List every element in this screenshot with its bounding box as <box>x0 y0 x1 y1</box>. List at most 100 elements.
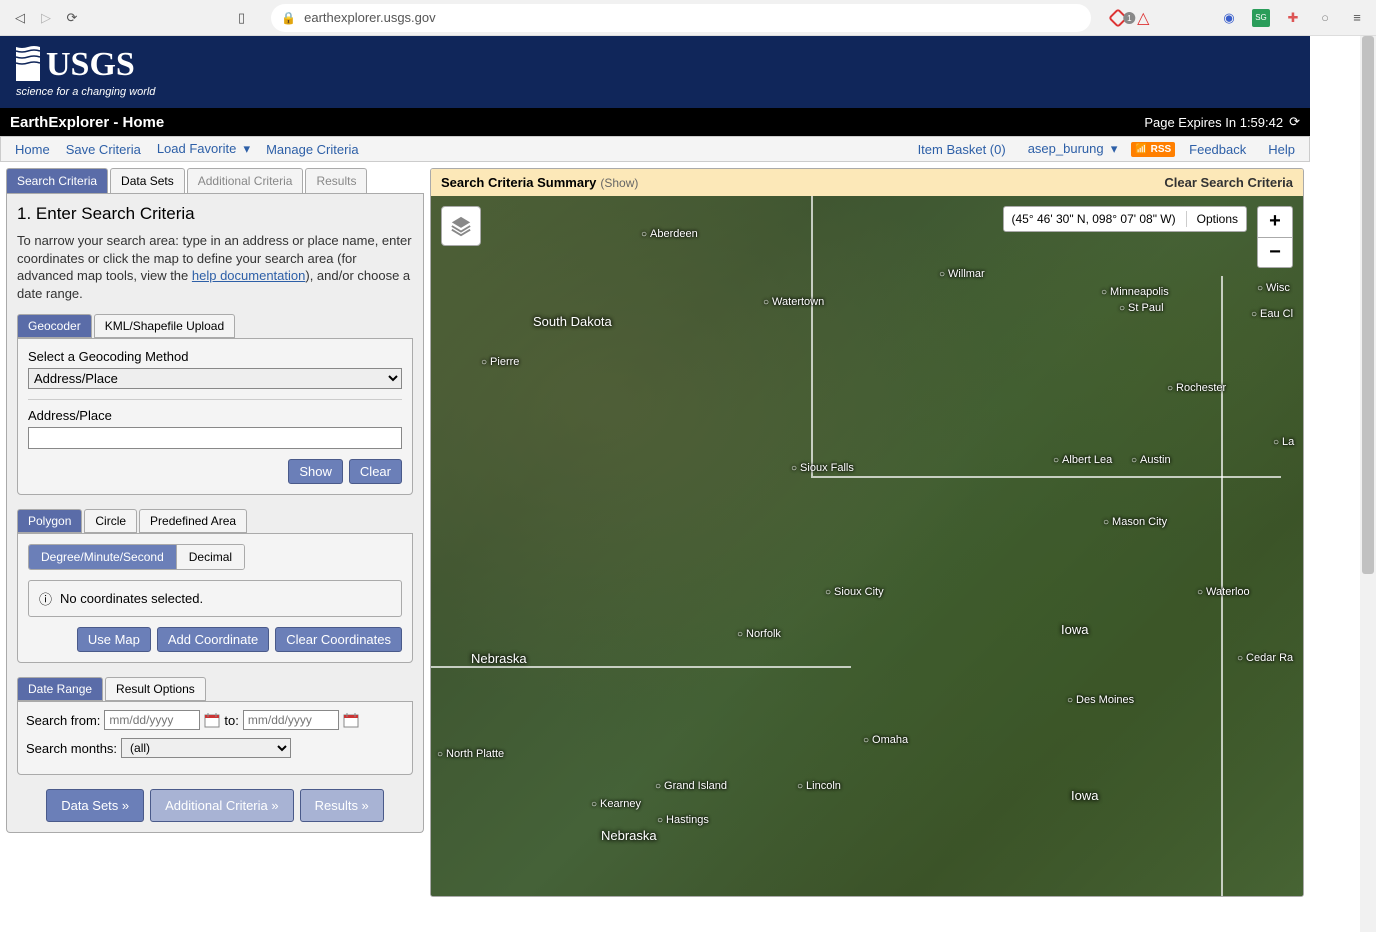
city-aberdeen: Aberdeen <box>641 228 698 240</box>
geocoding-method-select[interactable]: Address/Place <box>28 368 402 389</box>
tab-data-sets[interactable]: Data Sets <box>110 168 185 193</box>
tab-result-options[interactable]: Result Options <box>105 677 206 701</box>
browser-toolbar: ◁ ▷ ⟳ ▯ 🔒 earthexplorer.usgs.gov 1 △ ◉ S… <box>0 0 1376 36</box>
usgs-header: USGS science for a changing world <box>0 36 1310 108</box>
tab-search-criteria[interactable]: Search Criteria <box>6 168 108 193</box>
city-hastings: Hastings <box>657 814 709 826</box>
forward-button[interactable]: ▷ <box>36 8 56 28</box>
city-waterloo: Waterloo <box>1197 586 1250 598</box>
menu-manage[interactable]: Manage Criteria <box>258 142 367 157</box>
tab-results[interactable]: Results <box>305 168 367 193</box>
panel-heading: 1. Enter Search Criteria <box>17 204 413 224</box>
clear-coordinates-button[interactable]: Clear Coordinates <box>275 627 402 652</box>
city-grandisland: Grand Island <box>655 780 727 792</box>
url-text: earthexplorer.usgs.gov <box>304 10 436 25</box>
clear-button[interactable]: Clear <box>349 459 402 484</box>
city-desmoines: Des Moines <box>1067 694 1134 706</box>
calendar-to-icon[interactable] <box>343 712 359 728</box>
clear-search-criteria[interactable]: Clear Search Criteria <box>1164 175 1293 190</box>
city-kearney: Kearney <box>591 798 641 810</box>
state-nebraska-2: Nebraska <box>601 828 657 843</box>
tab-dms[interactable]: Degree/Minute/Second <box>29 545 176 569</box>
ext-icon-2[interactable]: SG <box>1252 9 1270 27</box>
criteria-panel: 1. Enter Search Criteria To narrow your … <box>6 194 424 833</box>
city-pierre: Pierre <box>481 356 519 368</box>
search-months-label: Search months: <box>26 741 117 756</box>
search-months-select[interactable]: (all) <box>121 738 291 758</box>
menu-user[interactable]: asep_burung ▾ <box>1020 141 1126 157</box>
scrollbar[interactable] <box>1360 36 1376 932</box>
date-to-input[interactable] <box>243 710 339 730</box>
refresh-icon[interactable]: ⟳ <box>1289 114 1300 130</box>
menu-save[interactable]: Save Criteria <box>58 142 149 157</box>
state-iowa-2: Iowa <box>1071 788 1098 803</box>
menu-home[interactable]: Home <box>7 142 58 157</box>
datasets-nav-button[interactable]: Data Sets » <box>46 789 144 822</box>
map-options-link[interactable]: Options <box>1197 212 1238 226</box>
map-panel: Search Criteria Summary (Show) Clear Sea… <box>430 168 1304 897</box>
city-siouxcity: Sioux City <box>825 586 884 598</box>
no-coords-message: ⓘ No coordinates selected. <box>28 580 402 617</box>
zoom-in-button[interactable]: + <box>1258 207 1292 237</box>
url-bar[interactable]: 🔒 earthexplorer.usgs.gov <box>271 4 1091 32</box>
tab-predefined[interactable]: Predefined Area <box>139 509 247 533</box>
summary-bar: Search Criteria Summary (Show) Clear Sea… <box>431 169 1303 196</box>
coord-display: (45° 46' 30" N, 098° 07' 08" W) Options <box>1003 206 1247 232</box>
title-bar: EarthExplorer - Home Page Expires In 1:5… <box>0 108 1310 136</box>
usgs-logo[interactable]: USGS science for a changing world <box>14 43 184 102</box>
layers-control[interactable] <box>441 206 481 246</box>
reload-button[interactable]: ⟳ <box>62 8 82 28</box>
city-omaha: Omaha <box>863 734 908 746</box>
city-northplatte: North Platte <box>437 748 504 760</box>
svg-text:science for a changing world: science for a changing world <box>16 86 156 98</box>
menu-feedback[interactable]: Feedback <box>1181 142 1254 157</box>
city-stpaul: St Paul <box>1119 302 1164 314</box>
calendar-from-icon[interactable] <box>204 712 220 728</box>
address-input[interactable] <box>28 427 402 449</box>
city-cedarra: Cedar Ra <box>1237 652 1293 664</box>
show-button[interactable]: Show <box>288 459 343 484</box>
city-watertown: Watertown <box>763 296 824 308</box>
ext-icon-1[interactable]: ◉ <box>1220 9 1238 27</box>
add-coordinate-button[interactable]: Add Coordinate <box>157 627 269 652</box>
back-button[interactable]: ◁ <box>10 8 30 28</box>
help-doc-link[interactable]: help documentation <box>192 268 305 283</box>
shield-icon[interactable]: 1 <box>1108 8 1128 28</box>
tab-geocoder[interactable]: Geocoder <box>17 314 92 338</box>
city-la: La <box>1273 436 1294 448</box>
tab-circle[interactable]: Circle <box>84 509 137 533</box>
scrollbar-thumb[interactable] <box>1362 36 1374 574</box>
search-to-label: to: <box>224 713 238 728</box>
additional-nav-button[interactable]: Additional Criteria » <box>150 789 293 822</box>
state-nebraska: Nebraska <box>471 651 527 666</box>
date-from-input[interactable] <box>104 710 200 730</box>
ext-icon-4[interactable]: ○ <box>1316 9 1334 27</box>
tab-upload[interactable]: KML/Shapefile Upload <box>94 314 235 338</box>
menu-icon[interactable]: ≡ <box>1348 9 1366 27</box>
bookmark-icon[interactable]: ▯ <box>238 10 245 26</box>
summary-title: Search Criteria Summary <box>441 175 596 190</box>
map-canvas[interactable]: South Dakota Nebraska Nebraska Iowa Iowa… <box>431 196 1303 896</box>
tab-polygon[interactable]: Polygon <box>17 509 82 533</box>
summary-show-link[interactable]: (Show) <box>600 176 638 190</box>
coord-text: (45° 46' 30" N, 098° 07' 08" W) <box>1012 212 1176 226</box>
left-panel: Search Criteria Data Sets Additional Cri… <box>6 168 424 897</box>
state-iowa: Iowa <box>1061 622 1088 637</box>
use-map-button[interactable]: Use Map <box>77 627 151 652</box>
tab-decimal[interactable]: Decimal <box>176 545 244 569</box>
rss-badge[interactable]: 📶 RSS <box>1131 142 1175 157</box>
ext-icon-3[interactable]: ✚ <box>1284 9 1302 27</box>
menu-load[interactable]: Load Favorite ▾ <box>149 141 258 157</box>
menu-basket[interactable]: Item Basket (0) <box>910 142 1014 157</box>
tab-date-range[interactable]: Date Range <box>17 677 103 701</box>
menu-help[interactable]: Help <box>1260 142 1303 157</box>
city-minneapolis: Minneapolis <box>1101 286 1169 298</box>
tab-additional[interactable]: Additional Criteria <box>187 168 304 193</box>
zoom-out-button[interactable]: − <box>1258 237 1292 267</box>
city-austin: Austin <box>1131 454 1171 466</box>
search-from-label: Search from: <box>26 713 100 728</box>
results-nav-button[interactable]: Results » <box>300 789 384 822</box>
triangle-icon[interactable]: △ <box>1137 8 1149 28</box>
coord-panel: Degree/Minute/Second Decimal ⓘ No coordi… <box>17 533 413 663</box>
city-norfolk: Norfolk <box>737 628 781 640</box>
